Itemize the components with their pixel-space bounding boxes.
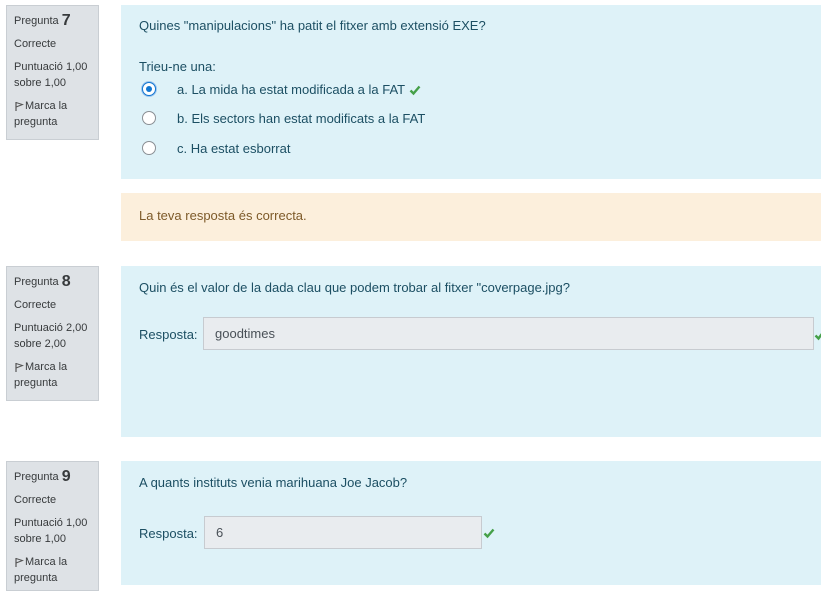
question-formulation-8: Quin és el valor de la dada clau que pod… bbox=[121, 266, 821, 437]
flag-icon bbox=[15, 363, 24, 372]
question-number-8: Pregunta 8 bbox=[14, 273, 71, 290]
question-grade-9: Puntuació 1,00 sobre 1,00 bbox=[14, 517, 88, 545]
option-a-label: a. La mida ha estat modificada a la FAT bbox=[177, 82, 405, 97]
answer-input-9[interactable]: 6 bbox=[204, 516, 482, 549]
question-number-7: Pregunta 7 bbox=[14, 12, 71, 29]
correct-check-icon bbox=[483, 528, 495, 539]
question-feedback-7: La teva resposta és correcta. bbox=[121, 193, 821, 241]
answer-label-8: Resposta: bbox=[139, 327, 198, 342]
question-state-9: Correcte bbox=[14, 494, 57, 506]
flag-question-8-link[interactable]: Marca la pregunta bbox=[14, 359, 98, 391]
option-b-label: b. Els sectors han estat modificats a la… bbox=[177, 111, 426, 126]
question-formulation-7: Quines "manipulacions" ha patit el fitxe… bbox=[121, 5, 821, 179]
question-info-7: Pregunta 7 Correcte Puntuació 1,00 sobre… bbox=[6, 5, 99, 140]
question-info-9: Pregunta 9 Correcte Puntuació 1,00 sobre… bbox=[6, 461, 99, 591]
answer-input-8[interactable]: goodtimes bbox=[203, 317, 814, 350]
answer-prompt-7: Trieu-ne una: bbox=[139, 59, 216, 74]
flag-icon bbox=[15, 558, 24, 567]
question-text-7: Quines "manipulacions" ha patit el fitxe… bbox=[139, 18, 486, 33]
answer-label-9: Resposta: bbox=[139, 526, 198, 541]
question-formulation-9: A quants instituts venia marihuana Joe J… bbox=[121, 461, 821, 585]
option-a[interactable]: a. La mida ha estat modificada a la FAT bbox=[139, 81, 539, 101]
option-c[interactable]: c. Ha estat esborrat bbox=[139, 140, 539, 160]
option-c-label: c. Ha estat esborrat bbox=[177, 141, 291, 156]
option-a-radio[interactable] bbox=[142, 82, 156, 96]
question-grade-8: Puntuació 2,00 sobre 2,00 bbox=[14, 322, 88, 350]
correct-check-icon bbox=[409, 85, 420, 96]
flag-icon bbox=[15, 102, 24, 111]
question-number-9: Pregunta 9 bbox=[14, 468, 71, 485]
option-c-radio[interactable] bbox=[142, 141, 156, 155]
option-b-radio[interactable] bbox=[142, 111, 156, 125]
flag-question-7-link[interactable]: Marca la pregunta bbox=[14, 98, 98, 130]
question-info-8: Pregunta 8 Correcte Puntuació 2,00 sobre… bbox=[6, 266, 99, 401]
question-text-8: Quin és el valor de la dada clau que pod… bbox=[139, 280, 570, 295]
correct-check-icon bbox=[814, 333, 821, 341]
question-state-7: Correcte bbox=[14, 38, 57, 50]
question-state-8: Correcte bbox=[14, 299, 57, 311]
question-text-9: A quants instituts venia marihuana Joe J… bbox=[139, 475, 408, 490]
flag-question-9-link[interactable]: Marca la pregunta bbox=[14, 554, 98, 586]
option-b[interactable]: b. Els sectors han estat modificats a la… bbox=[139, 110, 539, 130]
question-grade-7: Puntuació 1,00 sobre 1,00 bbox=[14, 61, 88, 89]
